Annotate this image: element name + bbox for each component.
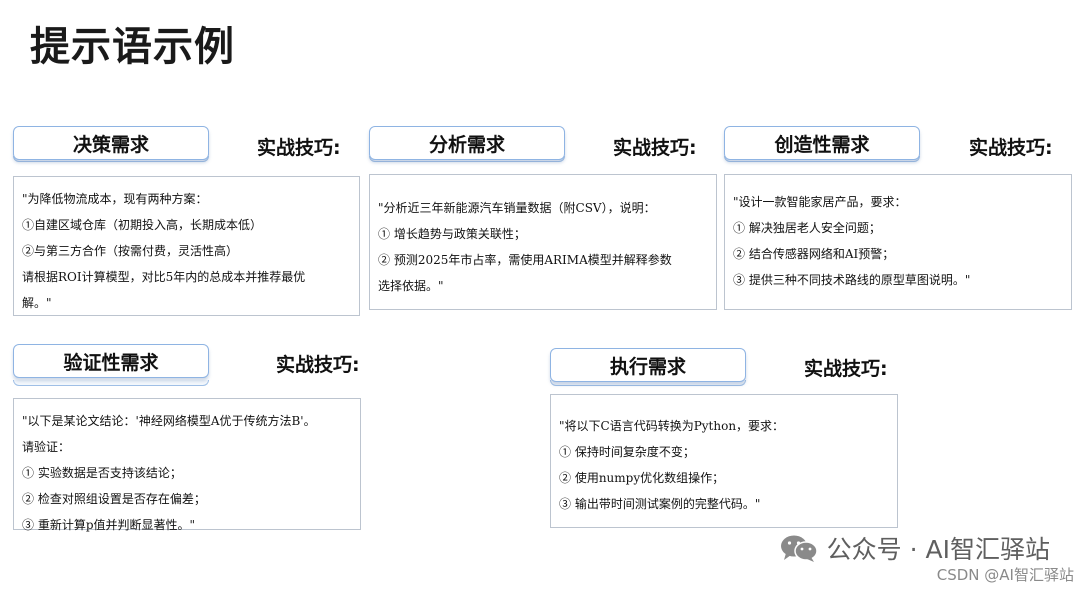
content-line: 解。" — [22, 296, 52, 310]
content-line: "以下是某论文结论：'神经网络模型A优于传统方法B'。 — [22, 414, 316, 428]
card-content: "以下是某论文结论：'神经网络模型A优于传统方法B'。 请验证： ① 实验数据是… — [13, 398, 361, 532]
content-line: ①自建区域仓库（初期投入高，长期成本低） — [22, 218, 263, 232]
page-title: 提示语示例 — [30, 24, 235, 70]
content-line: ① 解决独居老人安全问题； — [733, 221, 881, 235]
tip-label-analysis: 实战技巧: — [613, 137, 697, 159]
card-heading: 决策需求 — [13, 126, 209, 160]
content-line: ③ 输出带时间测试案例的完整代码。" — [559, 497, 761, 511]
card-heading: 验证性需求 — [13, 344, 209, 378]
content-line: "将以下C语言代码转换为Python，要求： — [559, 419, 785, 433]
content-line: ③ 重新计算p值并判断显著性。" — [22, 518, 196, 532]
card-heading: 创造性需求 — [724, 126, 920, 160]
content-line: ② 检查对照组设置是否存在偏差； — [22, 492, 206, 506]
card-content: "分析近三年新能源汽车销量数据（附CSV），说明： ① 增长趋势与政策关联性； … — [369, 174, 717, 310]
watermark-text: 公众号 · AI智汇驿站 — [826, 535, 1050, 564]
card-heading: 执行需求 — [550, 348, 746, 382]
content-line: ②与第三方合作（按需付费，灵活性高） — [22, 244, 239, 258]
card-content: "设计一款智能家居产品，要求： ① 解决独居老人安全问题； ② 结合传感器网络和… — [724, 174, 1072, 310]
tip-label-execution: 实战技巧: — [804, 358, 888, 380]
content-line: "设计一款智能家居产品，要求： — [733, 195, 907, 209]
card-heading: 分析需求 — [369, 126, 565, 160]
content-line: ② 预测2025年市占率，需使用ARIMA模型并解释参数 — [378, 253, 672, 267]
content-line: ① 实验数据是否支持该结论； — [22, 466, 182, 480]
content-line: 请验证： — [22, 440, 71, 454]
tip-label-verification: 实战技巧: — [276, 354, 360, 376]
csdn-watermark: CSDN @AI智汇驿站 — [936, 566, 1074, 584]
content-line: ① 保持时间复杂度不变； — [559, 445, 695, 459]
wechat-icon — [780, 535, 818, 562]
content-line: ① 增长趋势与政策关联性； — [378, 227, 526, 241]
content-line: ② 结合传感器网络和AI预警； — [733, 247, 895, 261]
card-content: "将以下C语言代码转换为Python，要求： ① 保持时间复杂度不变； ② 使用… — [550, 394, 898, 528]
content-line: "分析近三年新能源汽车销量数据（附CSV），说明： — [378, 201, 656, 215]
content-line: 选择依据。" — [378, 279, 444, 293]
tip-label-creative: 实战技巧: — [969, 137, 1053, 159]
content-line: 请根据ROI计算模型，对比5年内的总成本并推荐最优 — [22, 270, 306, 284]
content-line: "为降低物流成本，现有两种方案： — [22, 192, 208, 206]
tip-label-decision: 实战技巧: — [257, 137, 341, 159]
card-content: "为降低物流成本，现有两种方案： ①自建区域仓库（初期投入高，长期成本低） ②与… — [13, 176, 360, 316]
content-line: ② 使用numpy优化数组操作； — [559, 471, 725, 485]
content-line: ③ 提供三种不同技术路线的原型草图说明。" — [733, 273, 971, 287]
wechat-watermark: 公众号 · AI智汇驿站 — [779, 530, 1050, 566]
